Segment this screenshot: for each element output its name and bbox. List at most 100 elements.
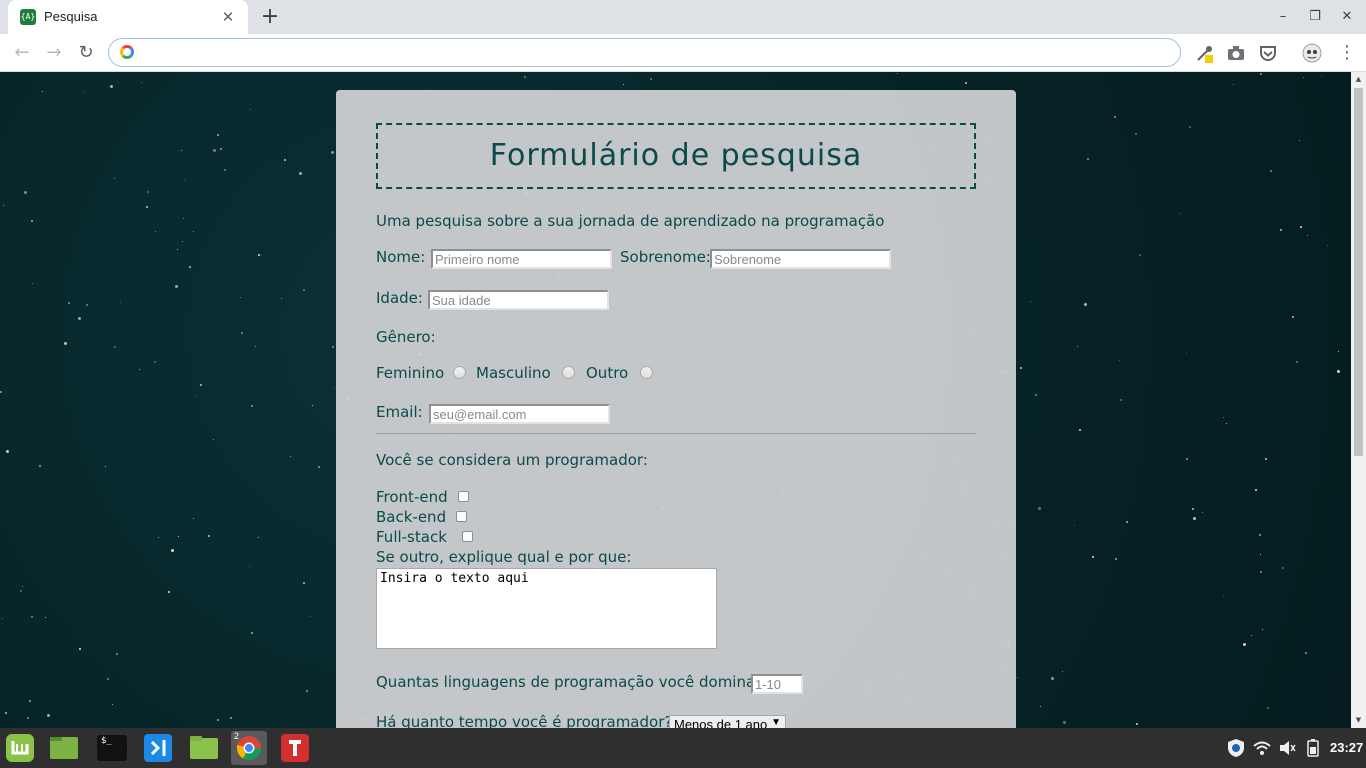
star-dot xyxy=(1030,301,1031,302)
star-dot xyxy=(116,653,118,655)
star-dot xyxy=(22,586,23,587)
star-dot xyxy=(141,82,142,83)
time-select-value: Menos de 1 ano xyxy=(674,717,768,728)
email-label: Email: xyxy=(376,403,423,421)
tab-close-icon[interactable]: ✕ xyxy=(218,7,238,27)
star-dot xyxy=(1135,133,1137,135)
email-field[interactable] xyxy=(429,404,610,424)
star-dot xyxy=(1193,517,1196,520)
battery-icon[interactable] xyxy=(1303,738,1323,758)
star-dot xyxy=(6,450,9,453)
star-dot xyxy=(524,76,526,78)
star-dot xyxy=(208,535,210,537)
star-dot xyxy=(177,249,178,250)
gitkraken-icon[interactable] xyxy=(277,731,313,765)
star-dot xyxy=(1114,116,1116,118)
menu-icon[interactable]: ⋮ xyxy=(1337,43,1357,63)
star-dot xyxy=(1305,652,1307,654)
star-dot xyxy=(31,616,33,618)
taskbar: $_ 2 23:27 xyxy=(0,728,1366,768)
star-dot xyxy=(182,241,183,242)
first-name-input[interactable] xyxy=(431,249,612,269)
tab-strip: {A} Pesquisa ✕ + – ❐ ✕ xyxy=(0,0,1366,34)
scroll-up-icon[interactable]: ▲ xyxy=(1354,75,1363,84)
time-select[interactable]: Menos de 1 ano ▼ xyxy=(669,715,786,728)
star-dot xyxy=(318,466,320,468)
star-dot xyxy=(1120,399,1122,401)
star-dot xyxy=(241,332,243,334)
frontend-checkbox[interactable] xyxy=(458,491,469,502)
gender-radio-outro[interactable] xyxy=(640,366,653,379)
surname-input[interactable] xyxy=(710,249,891,269)
star-dot xyxy=(1265,458,1267,460)
profile-icon[interactable] xyxy=(1302,43,1322,63)
star-dot xyxy=(1192,508,1194,510)
gender-radio-feminino[interactable] xyxy=(453,366,466,379)
page-title: Formulário de pesquisa xyxy=(489,138,863,173)
star-dot xyxy=(1189,126,1191,128)
star-dot xyxy=(2,618,3,619)
star-dot xyxy=(1223,596,1224,597)
scroll-thumb[interactable] xyxy=(1354,88,1363,456)
chrome-icon[interactable]: 2 xyxy=(231,731,267,765)
star-dot xyxy=(1035,394,1037,396)
languages-input[interactable] xyxy=(751,674,803,694)
mint-menu-icon[interactable] xyxy=(2,731,38,765)
star-dot xyxy=(1243,643,1246,646)
back-button[interactable]: ← xyxy=(10,41,34,65)
divider xyxy=(376,433,976,434)
camera-icon[interactable] xyxy=(1226,43,1246,63)
vscode-icon[interactable] xyxy=(140,731,176,765)
star-dot xyxy=(251,632,253,634)
scroll-down-icon[interactable]: ▼ xyxy=(1354,716,1363,725)
shield-icon[interactable] xyxy=(1226,738,1246,758)
new-tab-button[interactable]: + xyxy=(258,5,282,29)
star-dot xyxy=(1260,571,1262,573)
address-bar[interactable] xyxy=(108,38,1181,67)
star-dot xyxy=(27,717,29,719)
pocket-icon[interactable] xyxy=(1258,43,1278,63)
star-dot xyxy=(1040,706,1041,707)
fullstack-checkbox[interactable] xyxy=(462,531,473,542)
folder-icon[interactable] xyxy=(186,731,222,765)
terminal-icon[interactable]: $_ xyxy=(94,731,130,765)
star-dot xyxy=(331,151,334,154)
star-dot xyxy=(45,617,46,618)
age-input[interactable] xyxy=(428,290,609,310)
forward-button[interactable]: → xyxy=(42,41,66,65)
star-dot xyxy=(1115,558,1117,560)
star-dot xyxy=(1282,567,1284,569)
title-box: Formulário de pesquisa xyxy=(376,123,976,189)
close-window-button[interactable]: ✕ xyxy=(1337,7,1357,27)
eyedropper-icon[interactable] xyxy=(1195,43,1215,63)
backend-checkbox[interactable] xyxy=(456,511,467,522)
page-viewport: Formulário de pesquisa Uma pesquisa sobr… xyxy=(0,72,1351,728)
star-dot xyxy=(5,712,7,714)
page-scrollbar[interactable]: ▲ ▼ xyxy=(1351,72,1366,728)
browser-tab[interactable]: {A} Pesquisa ✕ xyxy=(8,0,248,34)
maximize-button[interactable]: ❐ xyxy=(1305,7,1325,27)
star-dot xyxy=(1270,170,1272,172)
star-dot xyxy=(1136,723,1138,725)
wifi-icon[interactable] xyxy=(1252,738,1272,758)
star-dot xyxy=(1186,353,1187,354)
time-label: Há quanto tempo você é programador? xyxy=(376,713,673,728)
star-dot xyxy=(155,231,156,232)
star-dot xyxy=(1084,303,1087,306)
other-explain-textarea[interactable]: Insira o texto aqui xyxy=(376,568,717,649)
reload-button[interactable]: ↻ xyxy=(74,41,98,65)
star-dot xyxy=(1307,235,1308,236)
star-dot xyxy=(290,456,291,457)
star-dot xyxy=(1077,346,1078,347)
star-dot xyxy=(1260,73,1262,75)
files-icon[interactable] xyxy=(46,731,82,765)
star-dot xyxy=(64,342,67,345)
star-dot xyxy=(20,590,22,592)
gender-radio-masculino[interactable] xyxy=(562,366,575,379)
star-dot xyxy=(897,73,898,74)
clock: 23:27 xyxy=(1330,740,1364,755)
minimize-button[interactable]: – xyxy=(1273,7,1293,27)
volume-icon[interactable] xyxy=(1277,738,1297,758)
gender-option-label: Masculino xyxy=(476,364,551,382)
star-dot xyxy=(78,317,81,320)
